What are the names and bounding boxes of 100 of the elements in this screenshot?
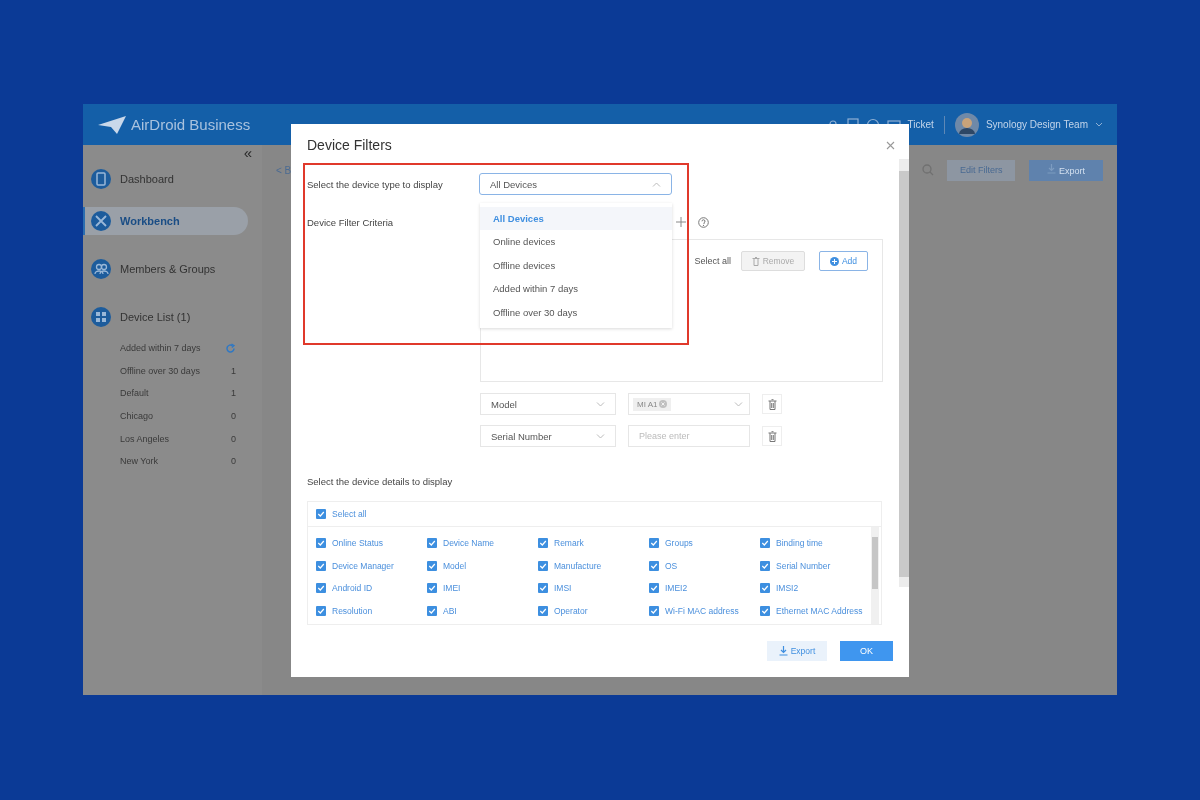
checkbox-label[interactable]: Device Name (443, 538, 495, 549)
user-menu[interactable]: Synology Design Team (985, 119, 1088, 130)
trash-icon (767, 430, 777, 442)
checked-checkbox[interactable] (316, 560, 326, 571)
checkbox-label[interactable]: Device Manager (332, 560, 394, 571)
checked-checkbox[interactable] (427, 583, 437, 594)
checkbox-label[interactable]: Online Status (332, 538, 384, 549)
dropdown-option[interactable]: Offline over 30 days (480, 300, 672, 324)
plus-icon[interactable] (676, 217, 686, 227)
collapse-icon[interactable]: « (243, 147, 252, 161)
edit-filters-button[interactable]: Edit Filters (946, 159, 1016, 181)
add-button[interactable]: Add (819, 251, 868, 271)
group-count: 1 (231, 365, 236, 376)
checkbox-label[interactable]: Binding time (776, 538, 823, 549)
checkbox-label[interactable]: Resolution (332, 606, 373, 617)
group-label: Default (120, 388, 149, 399)
group-label: Los Angeles (120, 433, 170, 444)
export-button[interactable]: Export (1029, 159, 1103, 181)
checkbox-label[interactable]: IMEI2 (665, 583, 688, 594)
export-button[interactable]: Export (767, 641, 827, 661)
checkbox-label[interactable]: IMSI2 (776, 583, 799, 594)
checkbox-label[interactable]: Remark (554, 538, 584, 549)
caret-icon[interactable] (1095, 121, 1103, 128)
checked-checkbox[interactable] (316, 538, 326, 549)
help-icon[interactable] (698, 216, 709, 228)
dialog-title: Device Filters (307, 137, 392, 153)
app-logo: AirDroid Business (131, 116, 251, 133)
checkbox-label[interactable]: Select all (332, 509, 367, 519)
checked-checkbox[interactable] (316, 509, 326, 519)
field-select[interactable]: Serial Number (480, 425, 616, 447)
value-input[interactable]: Please enter (628, 425, 750, 447)
checkbox-label[interactable]: OS (665, 560, 678, 571)
checkbox-label[interactable]: Operator (554, 606, 588, 617)
field-label: Select the device type to display (307, 178, 444, 190)
caret-icon (652, 181, 661, 187)
checkbox-label[interactable]: IMSI (554, 583, 572, 594)
checked-checkbox[interactable] (760, 583, 770, 594)
device-group-item[interactable]: Los Angeles 0 (83, 427, 262, 450)
dropdown-option[interactable]: Online devices (480, 230, 672, 254)
close-icon[interactable] (886, 140, 895, 150)
nav-item[interactable]: Dashboard (83, 165, 248, 193)
group-count: 1 (231, 388, 236, 399)
dropdown-option[interactable]: All Devices (480, 207, 672, 231)
select-all-label[interactable]: Select all (694, 256, 731, 266)
group-label: Chicago (120, 411, 154, 422)
paper-plane-icon (97, 114, 127, 135)
device-group-item[interactable]: New York 0 (83, 449, 262, 473)
checkbox-label[interactable]: Model (443, 560, 467, 571)
checked-checkbox[interactable] (538, 583, 548, 594)
checked-checkbox[interactable] (649, 560, 659, 571)
device-group-item[interactable]: Chicago 0 (83, 404, 262, 428)
dropdown-option[interactable]: Offline devices (480, 253, 672, 278)
checkbox-label[interactable]: ABI (443, 606, 457, 617)
checked-checkbox[interactable] (649, 538, 659, 549)
checkbox-label[interactable]: Groups (665, 538, 693, 549)
scrollbar-thumb[interactable] (872, 537, 878, 589)
checkbox-label[interactable]: Ethernet MAC Address (776, 606, 863, 617)
nav-item[interactable]: Device List (1) (83, 303, 248, 331)
checked-checkbox[interactable] (538, 560, 548, 571)
field-select[interactable]: Model (480, 393, 616, 415)
checked-checkbox[interactable] (427, 606, 437, 617)
dropdown-option[interactable]: Added within 7 days (480, 277, 672, 301)
checked-checkbox[interactable] (760, 560, 770, 571)
group-count: 0 (231, 456, 236, 467)
ticket-link[interactable]: Ticket (907, 119, 934, 130)
checked-checkbox[interactable] (649, 583, 659, 594)
download-icon (778, 646, 788, 656)
caret-icon (596, 433, 605, 439)
avatar-icon[interactable] (954, 112, 979, 137)
delete-button[interactable] (762, 394, 782, 414)
device-group-item[interactable]: Offline over 30 days 1 (83, 359, 262, 383)
checked-checkbox[interactable] (427, 560, 437, 571)
checked-checkbox[interactable] (649, 606, 659, 617)
members-icon (91, 259, 111, 279)
checked-checkbox[interactable] (427, 538, 437, 549)
checkbox-label[interactable]: IMEI (443, 583, 461, 594)
field-label: Device Filter Criteria (307, 216, 395, 228)
delete-button[interactable] (762, 426, 782, 446)
trash-icon (751, 256, 760, 266)
value-select[interactable]: MI A1 (628, 393, 750, 415)
group-count: 0 (231, 433, 236, 444)
scrollbar[interactable] (871, 527, 879, 624)
device-group-item[interactable]: Added within 7 days (83, 337, 262, 360)
checked-checkbox[interactable] (760, 538, 770, 549)
checkbox-label[interactable]: Serial Number (776, 560, 831, 571)
checkbox-label[interactable]: Android ID (332, 583, 373, 594)
device-group-item[interactable]: Default 1 (83, 382, 262, 405)
checked-checkbox[interactable] (316, 606, 326, 617)
checkbox-label[interactable]: Manufacture (554, 560, 602, 571)
device-type-select[interactable]: All Devices (479, 173, 672, 195)
nav-item[interactable]: Workbench (83, 207, 248, 235)
checkbox-label[interactable]: Wi-Fi MAC address (665, 606, 739, 617)
ok-button[interactable]: OK (840, 641, 893, 661)
checked-checkbox[interactable] (538, 606, 548, 617)
checked-checkbox[interactable] (760, 606, 770, 617)
checked-checkbox[interactable] (538, 538, 548, 549)
nav-item[interactable]: Members & Groups (83, 255, 248, 283)
group-count: 0 (231, 411, 236, 422)
value-tag[interactable]: MI A1 (633, 397, 672, 411)
checked-checkbox[interactable] (316, 583, 326, 594)
